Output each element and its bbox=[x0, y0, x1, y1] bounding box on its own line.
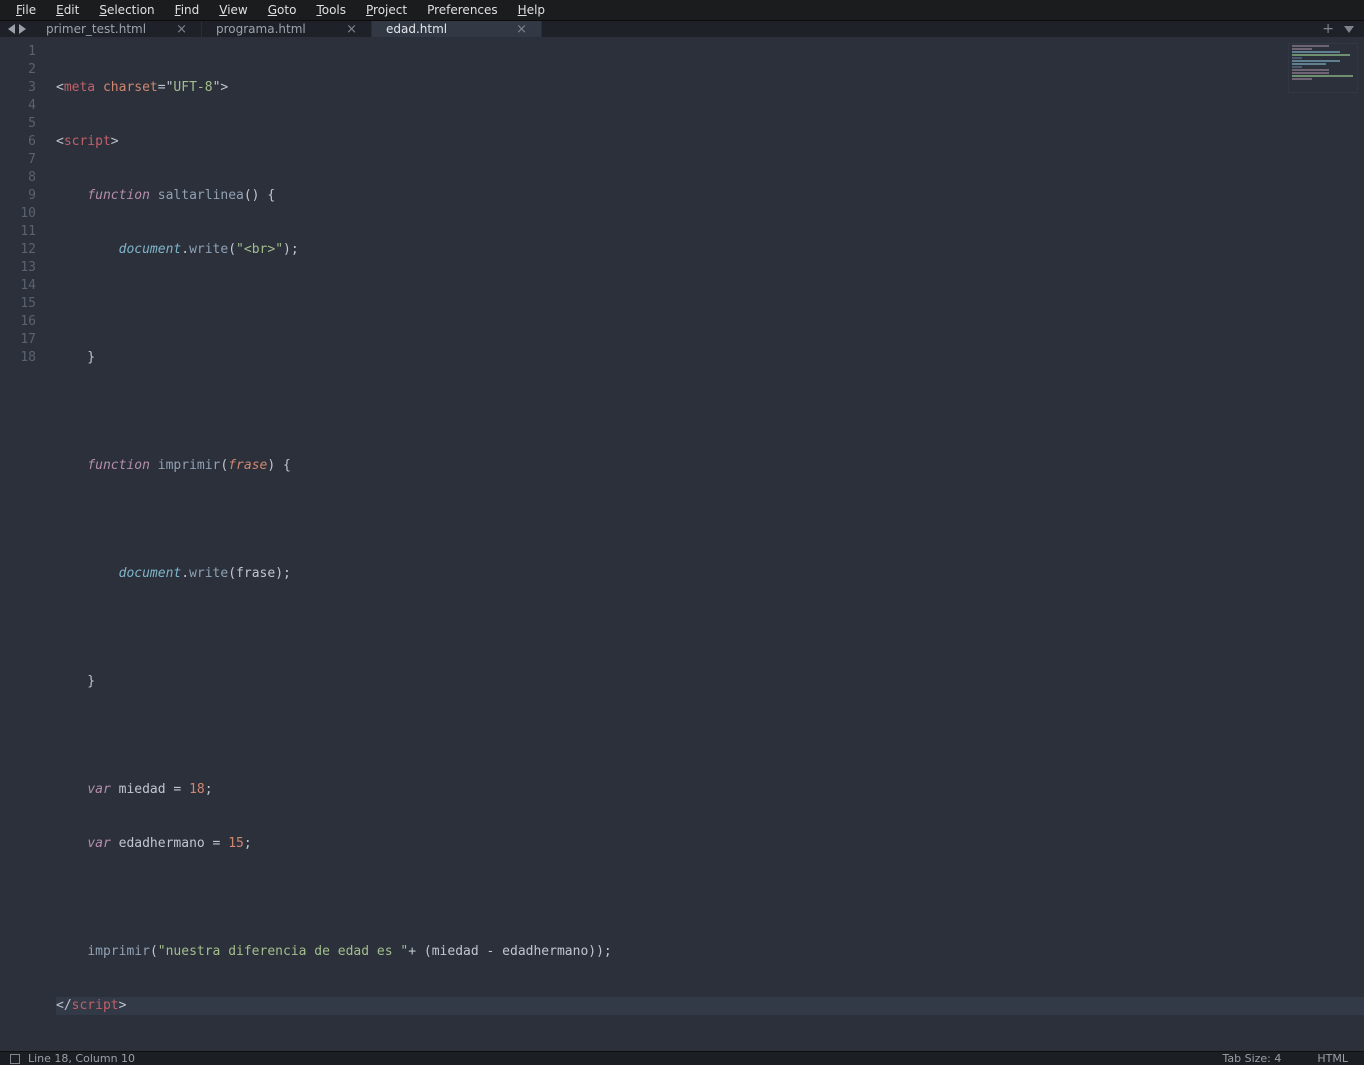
close-icon[interactable]: × bbox=[514, 22, 529, 37]
line-number: 3 bbox=[0, 79, 36, 97]
panel-switcher-icon[interactable] bbox=[10, 1054, 20, 1064]
close-icon[interactable]: × bbox=[174, 22, 189, 37]
menu-selection[interactable]: Selection bbox=[89, 0, 164, 20]
minimap[interactable] bbox=[1288, 43, 1358, 93]
code-line: function imprimir(frase) { bbox=[56, 457, 1364, 475]
code-line bbox=[56, 889, 1364, 907]
menu-view[interactable]: View bbox=[209, 0, 257, 20]
menu-goto[interactable]: Goto bbox=[258, 0, 307, 20]
code-line bbox=[56, 403, 1364, 421]
menu-file-label: ile bbox=[22, 3, 36, 17]
code-line bbox=[56, 295, 1364, 313]
menu-file[interactable]: File bbox=[6, 0, 46, 20]
menu-edit[interactable]: Edit bbox=[46, 0, 89, 20]
tab-label: edad.html bbox=[386, 22, 447, 36]
line-number: 2 bbox=[0, 61, 36, 79]
tab-bar-right: + bbox=[1312, 21, 1364, 37]
line-number: 4 bbox=[0, 97, 36, 115]
tab-label: primer_test.html bbox=[46, 22, 146, 36]
code-line: imprimir("nuestra diferencia de edad es … bbox=[56, 943, 1364, 961]
code-line: } bbox=[56, 349, 1364, 367]
tab-primer-test[interactable]: primer_test.html × bbox=[32, 21, 202, 37]
new-tab-icon[interactable]: + bbox=[1322, 21, 1334, 37]
status-bar: Line 18, Column 10 Tab Size: 4 HTML bbox=[0, 1051, 1364, 1065]
editor[interactable]: 123456789101112131415161718 <meta charse… bbox=[0, 37, 1364, 1051]
tab-edad[interactable]: edad.html × bbox=[372, 21, 542, 37]
status-position[interactable]: Line 18, Column 10 bbox=[28, 1052, 135, 1065]
line-number: 18 bbox=[0, 349, 36, 367]
tab-menu-icon[interactable] bbox=[1344, 26, 1354, 33]
code-line: </script> bbox=[56, 997, 1364, 1015]
menu-view-label: iew bbox=[227, 3, 248, 17]
status-tabsize[interactable]: Tab Size: 4 bbox=[1222, 1052, 1281, 1065]
menu-edit-label: dit bbox=[64, 3, 80, 17]
code-line: <meta charset="UFT-8"> bbox=[56, 79, 1364, 97]
line-number: 6 bbox=[0, 133, 36, 151]
code-line bbox=[56, 511, 1364, 529]
code-line: document.write(frase); bbox=[56, 565, 1364, 583]
code-area[interactable]: <meta charset="UFT-8"> <script> function… bbox=[48, 37, 1364, 1051]
menu-find-label: ind bbox=[181, 3, 200, 17]
code-line: } bbox=[56, 673, 1364, 691]
menu-preferences[interactable]: Preferences bbox=[417, 0, 508, 20]
line-number: 11 bbox=[0, 223, 36, 241]
code-line bbox=[56, 727, 1364, 745]
line-number: 12 bbox=[0, 241, 36, 259]
code-line: <script> bbox=[56, 133, 1364, 151]
gutter: 123456789101112131415161718 bbox=[0, 37, 48, 1051]
line-number: 7 bbox=[0, 151, 36, 169]
menu-project-label: roject bbox=[373, 3, 407, 17]
menu-help[interactable]: Help bbox=[508, 0, 555, 20]
code-line: function saltarlinea() { bbox=[56, 187, 1364, 205]
line-number: 5 bbox=[0, 115, 36, 133]
status-syntax[interactable]: HTML bbox=[1317, 1052, 1348, 1065]
line-number: 1 bbox=[0, 43, 36, 61]
tab-bar: primer_test.html × programa.html × edad.… bbox=[0, 21, 1364, 37]
code-line: var miedad = 18; bbox=[56, 781, 1364, 799]
menu-help-label: elp bbox=[527, 3, 545, 17]
tab-programa[interactable]: programa.html × bbox=[202, 21, 372, 37]
code-line: var edadhermano = 15; bbox=[56, 835, 1364, 853]
menu-selection-label: election bbox=[107, 3, 155, 17]
tab-label: programa.html bbox=[216, 22, 306, 36]
line-number: 17 bbox=[0, 331, 36, 349]
tab-nav bbox=[0, 21, 32, 37]
menu-find[interactable]: Find bbox=[165, 0, 210, 20]
code-line bbox=[56, 619, 1364, 637]
line-number: 8 bbox=[0, 169, 36, 187]
line-number: 16 bbox=[0, 313, 36, 331]
menu-goto-label: oto bbox=[277, 3, 296, 17]
line-number: 15 bbox=[0, 295, 36, 313]
line-number: 9 bbox=[0, 187, 36, 205]
tab-nav-forward-icon[interactable] bbox=[19, 24, 26, 34]
menu-tools[interactable]: Tools bbox=[306, 0, 356, 20]
tab-nav-back-icon[interactable] bbox=[8, 24, 15, 34]
code-line: document.write("<br>"); bbox=[56, 241, 1364, 259]
close-icon[interactable]: × bbox=[344, 22, 359, 37]
menu-bar: File Edit Selection Find View Goto Tools… bbox=[0, 0, 1364, 21]
line-number: 14 bbox=[0, 277, 36, 295]
line-number: 13 bbox=[0, 259, 36, 277]
menu-project[interactable]: Project bbox=[356, 0, 417, 20]
menu-tools-label: ools bbox=[322, 3, 346, 17]
line-number: 10 bbox=[0, 205, 36, 223]
